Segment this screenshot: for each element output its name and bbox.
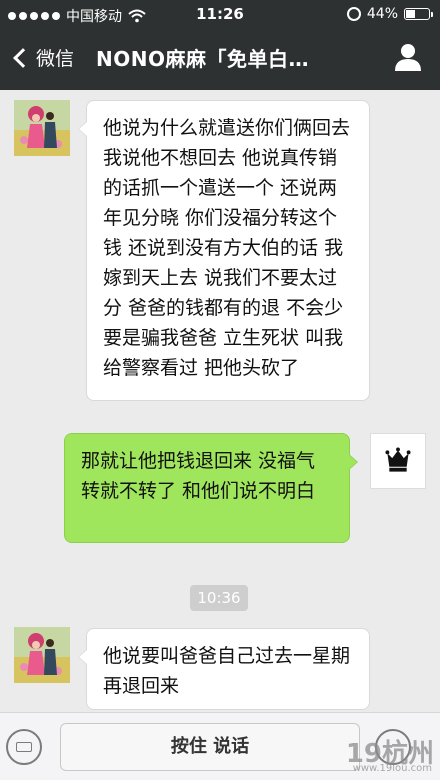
watermark-url: www.19lou.com — [352, 763, 432, 774]
profile-button[interactable] — [394, 42, 422, 72]
rotation-lock-icon — [346, 7, 361, 21]
incoming-message[interactable]: 他说要叫爸爸自己过去一星期再退回来 — [78, 628, 370, 710]
incoming-message[interactable]: 他说为什么就遣送你们俩回去 我说他不想回去 他说真传销的话抓一个遣送一个 还说两… — [78, 100, 370, 401]
user-avatar[interactable] — [370, 433, 426, 489]
keyboard-toggle-icon[interactable] — [6, 729, 42, 765]
outgoing-message[interactable]: 那就让他把钱退回来 没福气转就不转了 和他们说不明白 — [64, 433, 358, 543]
nav-bar: 微信 NONO麻麻「免单白… — [0, 30, 440, 88]
message-timestamp: 10:36 — [190, 585, 248, 611]
hold-to-talk-button[interactable]: 按住 说话 — [60, 723, 360, 771]
back-button[interactable]: 微信 — [10, 44, 74, 71]
contact-avatar[interactable] — [14, 627, 70, 683]
battery-percent: 44% — [366, 6, 398, 22]
battery-icon — [404, 8, 433, 20]
chevron-left-icon — [13, 47, 33, 68]
chat-title: NONO麻麻「免单白… — [96, 47, 309, 71]
contact-avatar[interactable] — [14, 100, 70, 156]
status-bar: 中国移动 11:26 44% — [0, 0, 440, 30]
watermark-logo: 19杭州 www.19lou.com — [346, 733, 434, 774]
input-bar: 按住 说话 19杭州 www.19lou.com — [0, 712, 440, 780]
back-label: 微信 — [36, 48, 75, 70]
top-bar: 中国移动 11:26 44% 微信 NONO麻麻「免单白… — [0, 0, 440, 90]
